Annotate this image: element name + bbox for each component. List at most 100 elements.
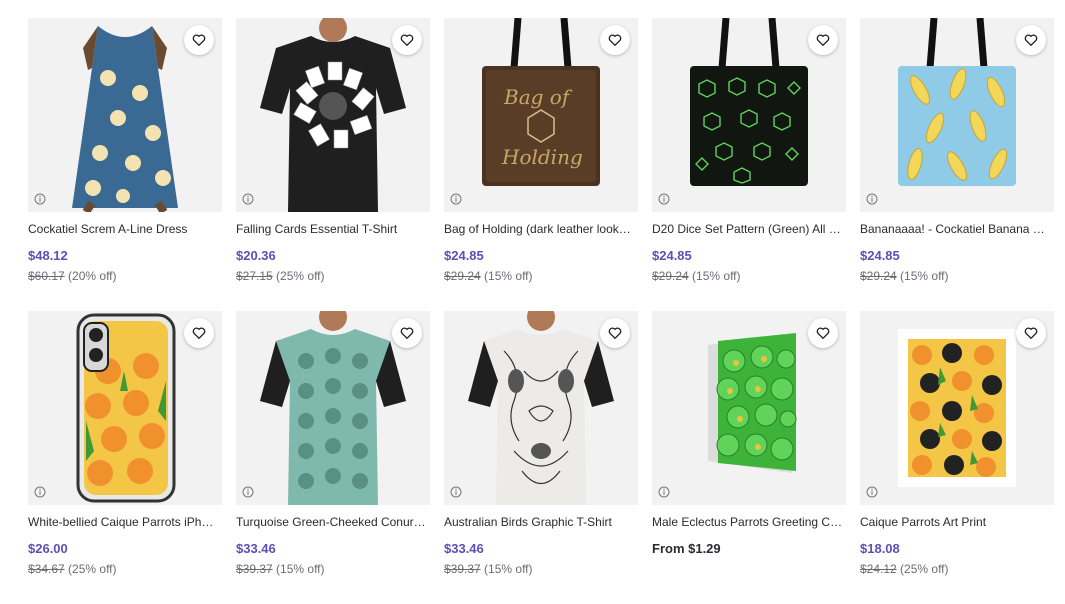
discount-label: (15% off): [692, 269, 741, 283]
original-price: $29.24: [860, 269, 897, 283]
product-price: From $1.29: [652, 541, 721, 556]
info-circle-icon[interactable]: [242, 193, 254, 205]
product-card[interactable]: Bananaaaa! - Cockatiel Banana P… $24.85 …: [860, 18, 1054, 311]
product-image[interactable]: [28, 18, 222, 212]
product-title[interactable]: D20 Dice Set Pattern (Green) All …: [652, 222, 844, 237]
info-circle-icon[interactable]: [866, 193, 878, 205]
favorite-button[interactable]: [600, 318, 630, 348]
product-title[interactable]: Falling Cards Essential T-Shirt: [236, 222, 428, 237]
product-price: $33.46: [236, 541, 276, 556]
product-card[interactable]: Australian Birds Graphic T-Shirt $33.46 …: [444, 311, 638, 604]
favorite-button[interactable]: [184, 318, 214, 348]
product-title[interactable]: Turquoise Green-Cheeked Conur…: [236, 515, 428, 530]
info-circle-icon[interactable]: [450, 486, 462, 498]
product-title[interactable]: Bag of Holding (dark leather look…: [444, 222, 636, 237]
discount-row: $27.15 (25% off): [236, 269, 430, 284]
info-circle-icon[interactable]: [242, 486, 254, 498]
product-image[interactable]: [444, 311, 638, 505]
info-circle-icon[interactable]: [658, 193, 670, 205]
favorite-button[interactable]: [1016, 25, 1046, 55]
info-circle-icon[interactable]: [450, 193, 462, 205]
favorite-button[interactable]: [392, 25, 422, 55]
product-price: $48.12: [28, 248, 68, 263]
discount-label: (25% off): [68, 562, 117, 576]
original-price: $29.24: [652, 269, 689, 283]
favorite-button[interactable]: [600, 25, 630, 55]
product-image[interactable]: [860, 18, 1054, 212]
product-title[interactable]: Caique Parrots Art Print: [860, 515, 1052, 530]
product-title[interactable]: White-bellied Caique Parrots iPh…: [28, 515, 220, 530]
heart-outline-icon: [816, 34, 830, 46]
favorite-button[interactable]: [808, 318, 838, 348]
product-card[interactable]: Caique Parrots Art Print $18.08 $24.12 (…: [860, 311, 1054, 604]
original-price: $39.37: [236, 562, 273, 576]
favorite-button[interactable]: [808, 25, 838, 55]
product-card[interactable]: Falling Cards Essential T-Shirt $20.36 $…: [236, 18, 430, 311]
product-title[interactable]: Bananaaaa! - Cockatiel Banana P…: [860, 222, 1052, 237]
product-card[interactable]: Bag of Holding Bag of Holding (dark leat…: [444, 18, 638, 311]
svg-text:Bag of: Bag of: [503, 85, 573, 109]
product-price: $24.85: [444, 248, 484, 263]
product-image[interactable]: [652, 311, 846, 505]
discount-row: $29.24 (15% off): [652, 269, 846, 284]
discount-label: (25% off): [276, 269, 325, 283]
discount-row: $34.67 (25% off): [28, 562, 222, 577]
product-price: $18.08: [860, 541, 900, 556]
product-grid: Cockatiel Screm A-Line Dress $48.12 $60.…: [28, 18, 1054, 604]
discount-row: $39.37 (15% off): [444, 562, 638, 577]
discount-label: (25% off): [900, 562, 949, 576]
product-card[interactable]: Male Eclectus Parrots Greeting C… From $…: [652, 311, 846, 604]
product-card[interactable]: White-bellied Caique Parrots iPh… $26.00…: [28, 311, 222, 604]
original-price: $27.15: [236, 269, 273, 283]
product-image[interactable]: [236, 18, 430, 212]
heart-outline-icon: [1024, 327, 1038, 339]
favorite-button[interactable]: [184, 25, 214, 55]
product-card[interactable]: Cockatiel Screm A-Line Dress $48.12 $60.…: [28, 18, 222, 311]
info-circle-icon[interactable]: [34, 486, 46, 498]
product-image[interactable]: [652, 18, 846, 212]
discount-row: $29.24 (15% off): [860, 269, 1054, 284]
discount-label: (15% off): [484, 562, 533, 576]
product-price: $20.36: [236, 248, 276, 263]
product-title[interactable]: Australian Birds Graphic T-Shirt: [444, 515, 636, 530]
svg-text:Holding: Holding: [501, 145, 583, 169]
discount-label: (15% off): [484, 269, 533, 283]
product-card[interactable]: D20 Dice Set Pattern (Green) All … $24.8…: [652, 18, 846, 311]
favorite-button[interactable]: [392, 318, 422, 348]
product-image[interactable]: [236, 311, 430, 505]
discount-row: $24.12 (25% off): [860, 562, 1054, 577]
product-price: $24.85: [652, 248, 692, 263]
heart-outline-icon: [608, 34, 622, 46]
product-price: $26.00: [28, 541, 68, 556]
discount-label: (20% off): [68, 269, 117, 283]
product-price: $24.85: [860, 248, 900, 263]
original-price: $60.17: [28, 269, 65, 283]
discount-label: (15% off): [900, 269, 949, 283]
original-price: $29.24: [444, 269, 481, 283]
info-circle-icon[interactable]: [658, 486, 670, 498]
heart-outline-icon: [192, 327, 206, 339]
heart-outline-icon: [400, 34, 414, 46]
favorite-button[interactable]: [1016, 318, 1046, 348]
original-price: $39.37: [444, 562, 481, 576]
heart-outline-icon: [608, 327, 622, 339]
heart-outline-icon: [816, 327, 830, 339]
discount-row: $39.37 (15% off): [236, 562, 430, 577]
heart-outline-icon: [192, 34, 206, 46]
original-price: $34.67: [28, 562, 65, 576]
product-price: $33.46: [444, 541, 484, 556]
product-image[interactable]: [28, 311, 222, 505]
product-title[interactable]: Male Eclectus Parrots Greeting C…: [652, 515, 844, 530]
product-card[interactable]: Turquoise Green-Cheeked Conur… $33.46 $3…: [236, 311, 430, 604]
info-circle-icon[interactable]: [34, 193, 46, 205]
product-title[interactable]: Cockatiel Screm A-Line Dress: [28, 222, 220, 237]
product-image[interactable]: Bag of Holding: [444, 18, 638, 212]
heart-outline-icon: [1024, 34, 1038, 46]
discount-row: $29.24 (15% off): [444, 269, 638, 284]
discount-row: $60.17 (20% off): [28, 269, 222, 284]
heart-outline-icon: [400, 327, 414, 339]
product-image[interactable]: [860, 311, 1054, 505]
info-circle-icon[interactable]: [866, 486, 878, 498]
discount-label: (15% off): [276, 562, 325, 576]
original-price: $24.12: [860, 562, 897, 576]
